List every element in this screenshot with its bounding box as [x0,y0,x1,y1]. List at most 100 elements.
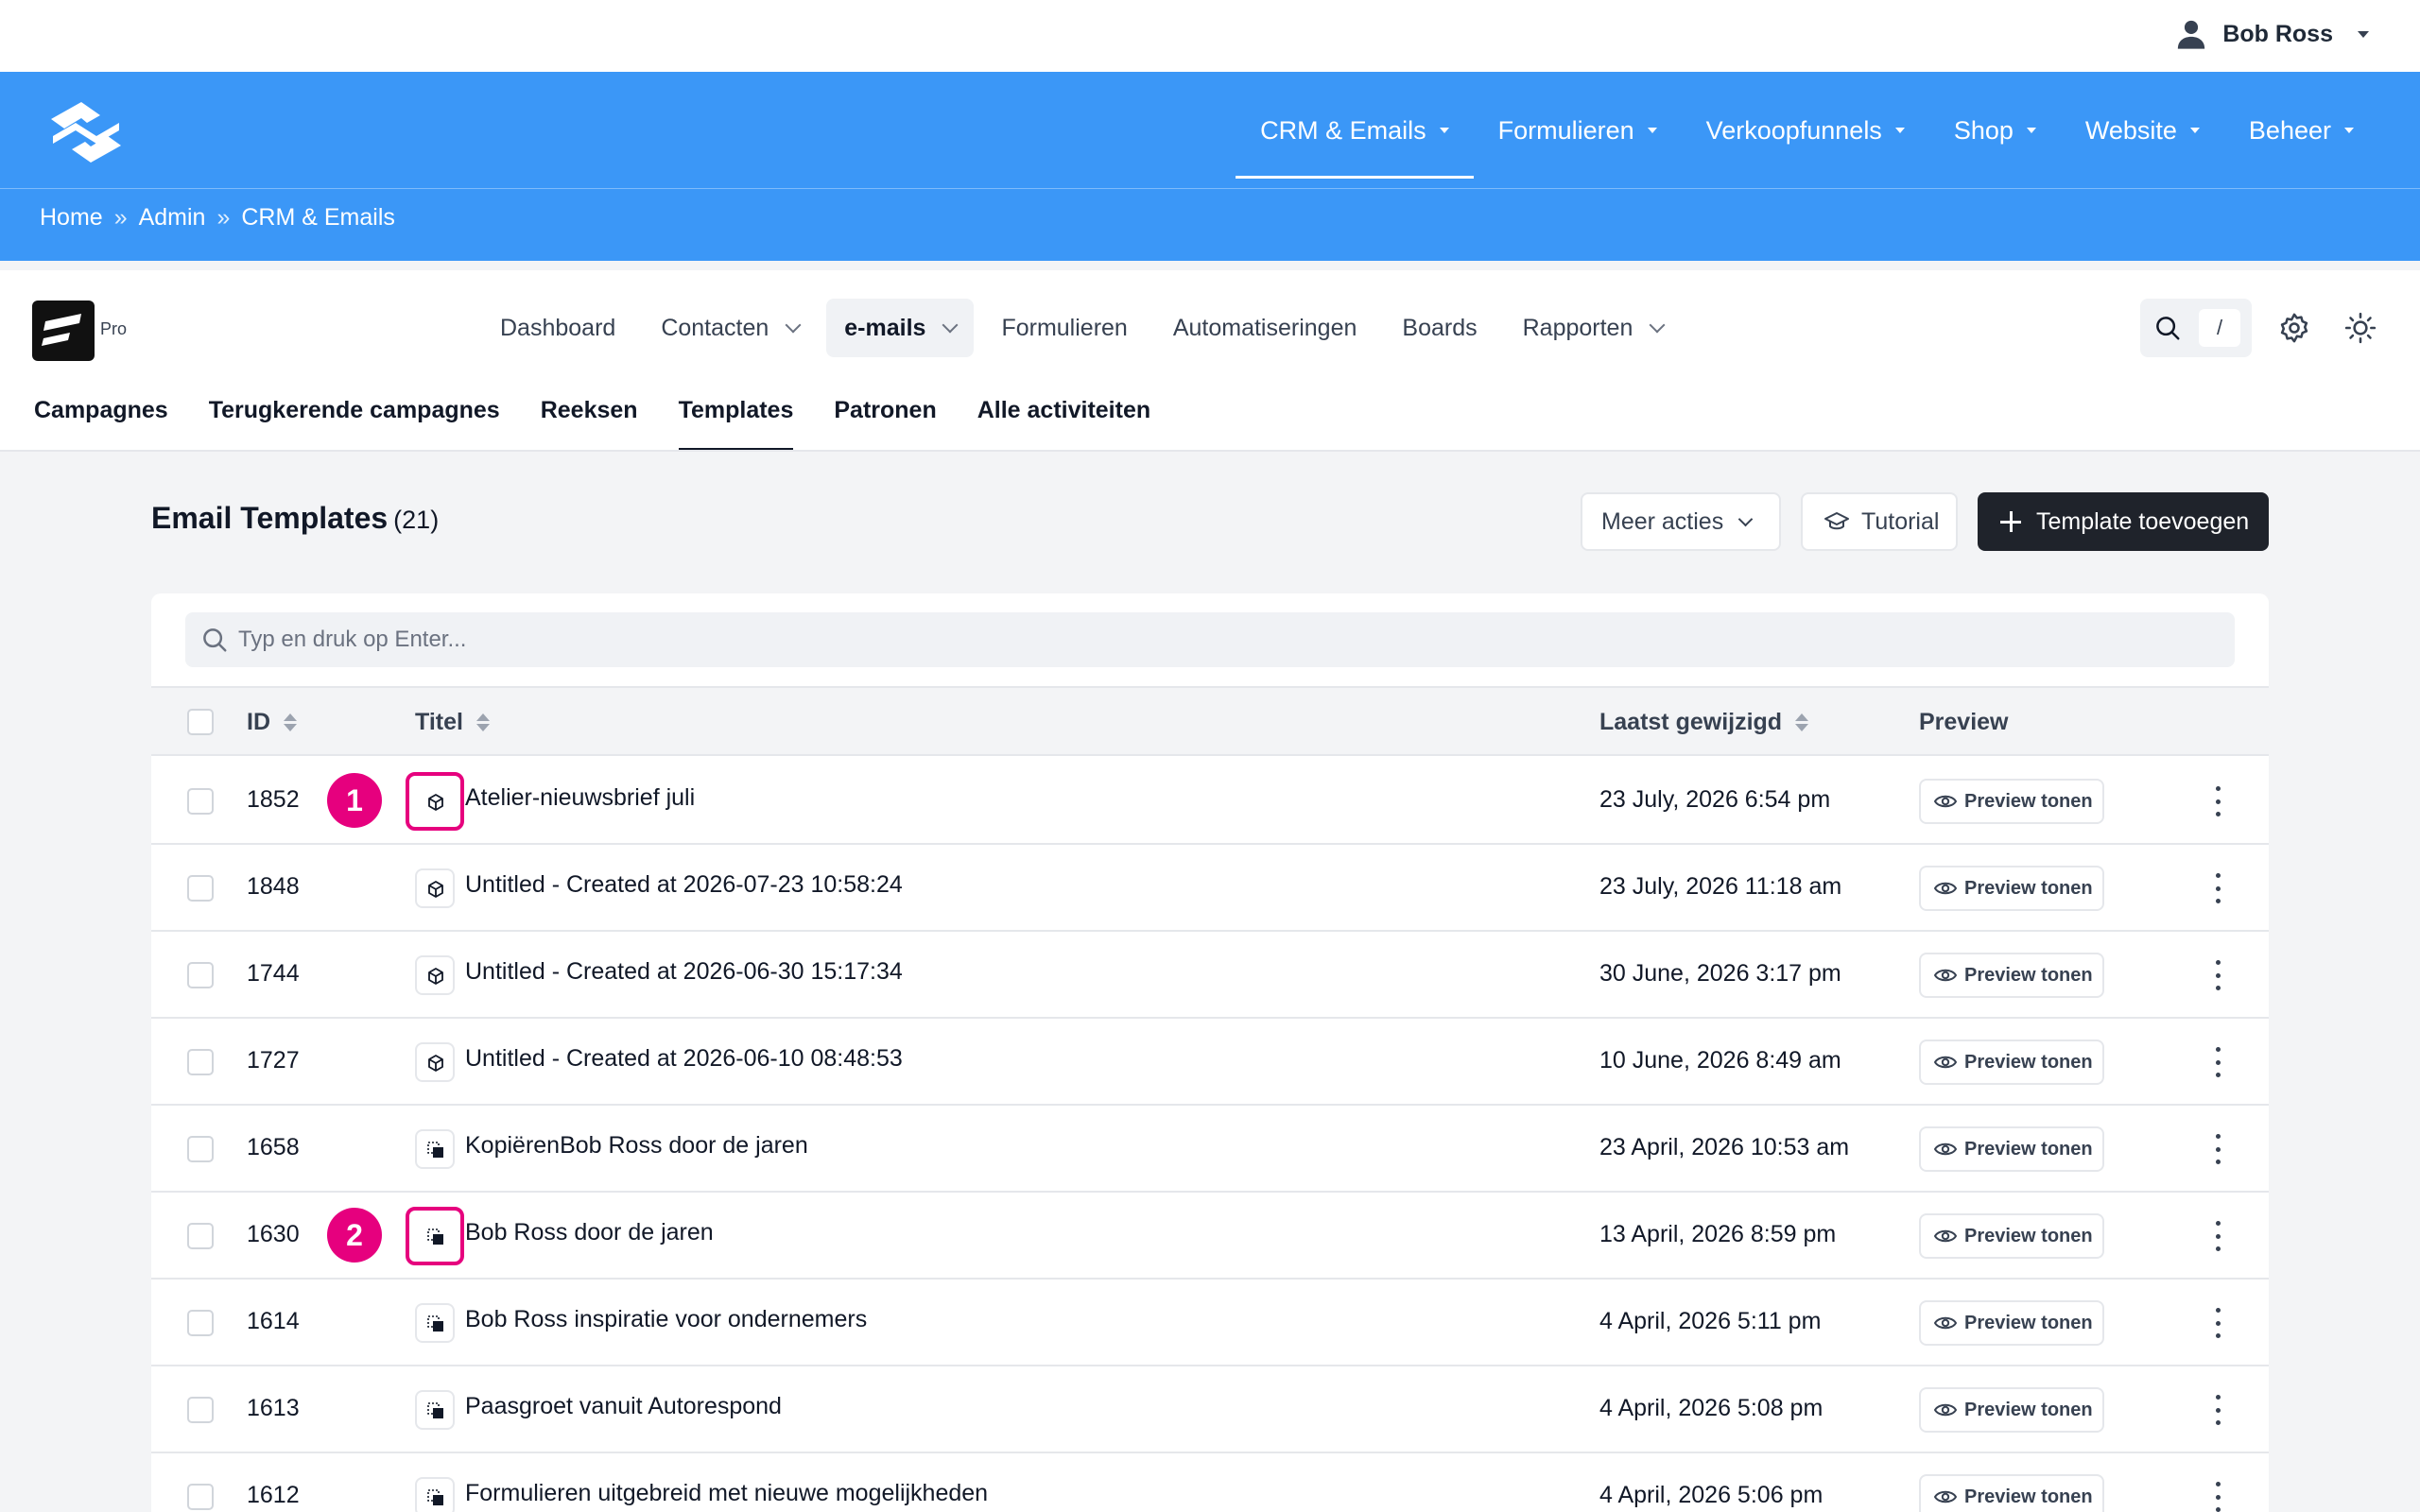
table-row[interactable]: 1852 1 Atelier-nieuwsbrief juli 23 July,… [151,758,2269,845]
preview-button[interactable]: Preview tonen [1919,953,2104,998]
header-divider [0,188,2420,189]
app-logo[interactable] [32,301,95,361]
layout-icon [415,1129,455,1169]
more-vertical-icon[interactable] [2212,873,2223,903]
tutorial-label: Tutorial [1861,507,1940,535]
preview-button[interactable]: Preview tonen [1919,1126,2104,1172]
gear-icon[interactable] [2278,312,2310,344]
eye-icon [1934,1056,1957,1069]
add-template-button[interactable]: Template toevoegen [1978,492,2269,551]
preview-button[interactable]: Preview tonen [1919,866,2104,911]
table-row[interactable]: 1612 Formulieren uitgebreid met nieuwe m… [151,1453,2269,1512]
column-modified[interactable]: Laatst gewijzigd [1599,709,1809,736]
app-nav-contacten[interactable]: Contacten [643,299,817,357]
tab-templates[interactable]: Templates [678,372,793,452]
row-modified: 4 April, 2026 5:06 pm [1599,1482,1824,1508]
more-vertical-icon[interactable] [2212,1047,2223,1077]
app-nav: Dashboard Contacten e-mails Formulieren … [482,299,1681,357]
cube-icon [406,772,464,831]
sun-icon[interactable] [2344,312,2377,344]
tab-campagnes[interactable]: Campagnes [34,372,168,452]
table-search [185,612,2235,667]
table-row[interactable]: 1848 Untitled - Created at 2026-07-23 10… [151,845,2269,932]
top-bar: Bob Ross [0,0,2420,72]
select-all-checkbox[interactable] [187,709,214,735]
preview-button[interactable]: Preview tonen [1919,1040,2104,1085]
row-title[interactable]: Untitled - Created at 2026-07-23 10:58:2… [465,871,903,899]
brand-logo[interactable] [43,98,129,166]
row-checkbox[interactable] [187,788,214,815]
row-title[interactable]: Bob Ross inspiratie voor ondernemers [465,1306,867,1333]
row-title[interactable]: Paasgroet vanuit Autorespond [465,1393,782,1420]
breadcrumb-admin[interactable]: Admin [139,204,206,232]
table-row[interactable]: 1658 KopiërenBob Ross door de jaren 23 A… [151,1106,2269,1193]
page-title: Email Templates (21) [151,501,439,536]
preview-button[interactable]: Preview tonen [1919,1213,2104,1259]
row-title[interactable]: Bob Ross door de jaren [465,1219,714,1246]
table-row[interactable]: 1727 Untitled - Created at 2026-06-10 08… [151,1019,2269,1106]
tab-patronen[interactable]: Patronen [834,372,936,452]
breadcrumb-home[interactable]: Home [40,204,103,232]
tab-terugkerende-campagnes[interactable]: Terugkerende campagnes [209,372,500,452]
row-checkbox[interactable] [187,875,214,902]
preview-button[interactable]: Preview tonen [1919,1387,2104,1433]
app-nav-formulieren[interactable]: Formulieren [983,299,1145,357]
eye-icon [1934,969,1957,982]
main-nav-website[interactable]: Website [2061,72,2224,189]
tab-alle-activiteiten[interactable]: Alle activiteiten [977,372,1150,452]
user-menu[interactable]: Bob Ross [2175,17,2369,51]
column-title[interactable]: Titel [415,709,490,736]
main-nav-verkoopfunnels[interactable]: Verkoopfunnels [1682,72,1929,189]
row-checkbox[interactable] [187,1136,214,1162]
main-nav-beheer[interactable]: Beheer [2224,72,2378,189]
app-nav-rapporten[interactable]: Rapporten [1505,299,1682,357]
more-vertical-icon[interactable] [2212,1221,2223,1251]
app-nav-e-mails[interactable]: e-mails [826,299,975,357]
column-id[interactable]: ID [247,709,297,736]
row-checkbox[interactable] [187,1049,214,1075]
caret-down-icon [2189,128,2200,133]
table-row[interactable]: 1630 2 Bob Ross door de jaren 13 April, … [151,1193,2269,1280]
row-title[interactable]: KopiërenBob Ross door de jaren [465,1132,808,1160]
search-icon [2156,317,2180,340]
row-title[interactable]: Formulieren uitgebreid met nieuwe mogeli… [465,1480,988,1507]
more-vertical-icon[interactable] [2212,1308,2223,1338]
table-row[interactable]: 1614 Bob Ross inspiratie voor ondernemer… [151,1280,2269,1366]
more-vertical-icon[interactable] [2212,960,2223,990]
tab-reeksen[interactable]: Reeksen [541,372,638,452]
breadcrumb-crm-emails[interactable]: CRM & Emails [241,204,395,232]
app-nav-label: Rapporten [1522,314,1634,341]
table-row[interactable]: 1613 Paasgroet vanuit Autorespond 4 Apri… [151,1366,2269,1453]
app-nav-boards[interactable]: Boards [1384,299,1495,357]
preview-button[interactable]: Preview tonen [1919,1300,2104,1346]
row-checkbox[interactable] [187,1397,214,1423]
main-nav-shop[interactable]: Shop [1929,72,2061,189]
main-nav-formulieren[interactable]: Formulieren [1474,72,1682,189]
more-vertical-icon[interactable] [2212,786,2223,816]
row-id: 1658 [247,1134,300,1160]
row-checkbox[interactable] [187,1310,214,1336]
more-vertical-icon[interactable] [2212,1395,2223,1425]
app-header: Pro Dashboard Contacten e-mails Formulie… [0,261,2420,452]
row-title[interactable]: Untitled - Created at 2026-06-10 08:48:5… [465,1045,903,1073]
cube-icon [415,1042,455,1082]
sort-icon [284,713,297,731]
global-search-button[interactable]: / [2140,299,2252,357]
row-checkbox[interactable] [187,1484,214,1510]
app-nav-dashboard[interactable]: Dashboard [482,299,633,357]
more-actions-button[interactable]: Meer acties [1581,492,1781,551]
row-checkbox[interactable] [187,1223,214,1249]
row-checkbox[interactable] [187,962,214,988]
more-vertical-icon[interactable] [2212,1134,2223,1164]
preview-button[interactable]: Preview tonen [1919,1474,2104,1512]
preview-button[interactable]: Preview tonen [1919,779,2104,824]
templates-table-card: ID Titel Laatst gewijzigd Preview 1852 1… [151,593,2269,1512]
table-search-input[interactable] [238,612,2204,667]
app-nav-automatiseringen[interactable]: Automatiseringen [1155,299,1375,357]
row-title[interactable]: Untitled - Created at 2026-06-30 15:17:3… [465,958,903,986]
table-row[interactable]: 1744 Untitled - Created at 2026-06-30 15… [151,932,2269,1019]
main-nav-crm-emails[interactable]: CRM & Emails [1236,72,1474,189]
tutorial-button[interactable]: Tutorial [1801,492,1958,551]
row-title[interactable]: Atelier-nieuwsbrief juli [465,784,695,812]
more-vertical-icon[interactable] [2212,1482,2223,1512]
